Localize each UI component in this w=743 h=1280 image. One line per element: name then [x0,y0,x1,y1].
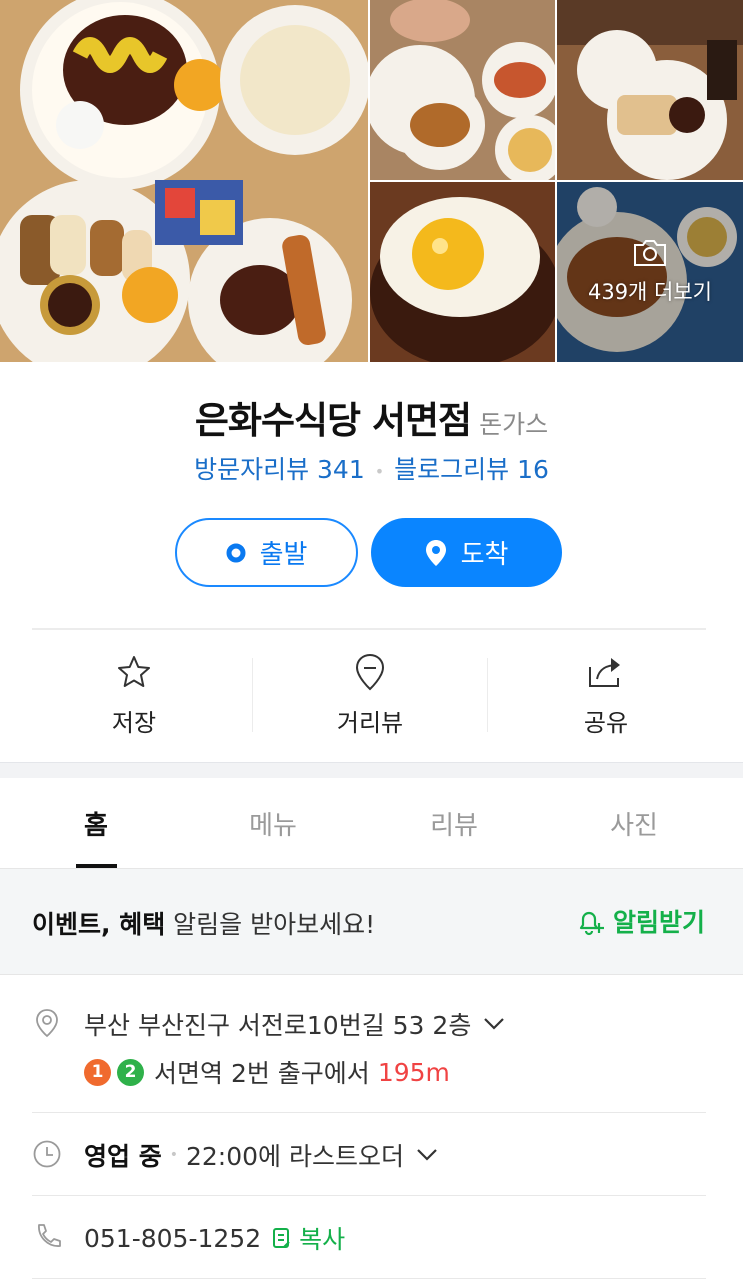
notify-button[interactable]: 알림받기 [575,903,705,939]
subway-line-2-badge: 2 [117,1058,144,1086]
separator-dot: • [169,1147,178,1163]
place-name: 은화수식당 서면점 [194,399,472,442]
arrival-label: 도착 [460,540,509,570]
subway-row: 12 서면역 2번 출구에서 195m [84,1054,450,1090]
copy-button[interactable]: 복사 [271,1220,345,1256]
section-gap [0,762,743,778]
active-tab-indicator [76,864,117,868]
bell-plus-icon [575,906,605,936]
chevron-down-icon [483,1017,505,1031]
copy-label: 복사 [299,1225,346,1254]
photo-thumb-3[interactable] [370,182,555,362]
street-view-button[interactable]: 거리뷰 [252,646,488,746]
subway-line-1-badge: 1 [84,1058,111,1086]
tab-bar: 홈 메뉴 리뷰 사진 [0,778,743,869]
map-pin-icon [36,1009,58,1038]
hours-text: 22:00에 라스트오더 [185,1142,404,1171]
clock-icon [33,1140,61,1168]
event-bold-text: 이벤트, 혜택 [32,910,166,939]
origin-dot-icon [226,543,246,563]
subway-distance: 195m [377,1057,450,1087]
place-category: 돈가스 [479,410,549,439]
chevron-down-icon [416,1148,438,1162]
notify-label: 알림받기 [612,908,705,937]
action-separator [487,658,488,732]
photo-thumb-1[interactable] [370,0,555,180]
event-message: 이벤트, 혜택 알림을 받아보세요! [32,905,375,941]
blog-review-link[interactable]: 블로그리뷰 16 [394,455,549,484]
photo-gallery: 439개 더보기 [0,0,743,362]
tab-home[interactable]: 홈 [6,778,186,869]
photo-more[interactable]: 439개 더보기 [557,182,743,362]
copy-icon [271,1226,293,1250]
divider [32,1112,706,1113]
share-label: 공유 [583,709,629,737]
hours-status: 영업 중 [84,1142,162,1171]
tab-photo[interactable]: 사진 [544,778,724,869]
arrival-button[interactable]: 도착 [371,518,562,587]
street-view-label: 거리뷰 [336,709,404,737]
photo-more-overlay: 439개 더보기 [557,182,743,362]
address-row[interactable]: 부산 부산진구 서전로10번길 53 2층 [84,1006,505,1042]
save-label: 저장 [111,709,157,737]
phone-row: 051-805-1252 복사 [84,1220,345,1256]
event-banner: 이벤트, 혜택 알림을 받아보세요! 알림받기 [0,869,743,975]
address-text: 부산 부산진구 서전로10번길 53 2층 [84,1011,472,1040]
action-separator [252,658,253,732]
phone-number[interactable]: 051-805-1252 [84,1224,261,1253]
separator-dot: • [374,461,385,481]
action-bar: 저장 거리뷰 공유 [0,646,743,746]
event-text: 알림을 받아보세요! [165,910,376,939]
review-counts: 방문자리뷰 341 • 블로그리뷰 16 [0,450,743,486]
save-button[interactable]: 저장 [16,646,252,746]
departure-button[interactable]: 출발 [175,518,358,587]
subway-text: 서면역 2번 출구에서 [154,1059,370,1088]
divider [32,1278,706,1279]
camera-icon [634,240,666,266]
divider [32,628,706,630]
divider [32,1195,706,1196]
photo-more-label: 439개 더보기 [587,280,713,304]
place-title-row: 은화수식당 서면점 돈가스 [0,390,743,444]
share-button[interactable]: 공유 [488,646,724,746]
tab-menu[interactable]: 메뉴 [183,778,363,869]
departure-label: 출발 [259,540,308,570]
hours-row[interactable]: 영업 중 • 22:00에 라스트오더 [84,1137,438,1173]
visitor-review-link[interactable]: 방문자리뷰 341 [194,455,365,484]
photo-thumb-2[interactable] [557,0,743,180]
tab-review[interactable]: 리뷰 [364,778,544,869]
star-icon [116,651,152,693]
share-icon [587,651,625,693]
location-pin-icon [425,539,447,567]
street-view-pin-icon [355,651,385,693]
photo-main[interactable] [0,0,368,362]
phone-icon [38,1224,61,1247]
